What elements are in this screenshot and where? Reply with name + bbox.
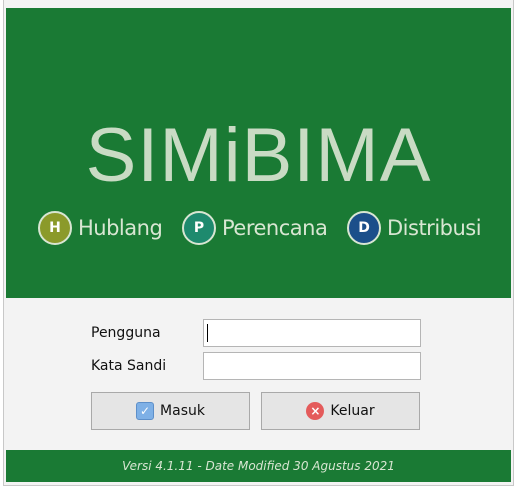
module-distribusi: D Distribusi: [347, 208, 482, 248]
perencana-badge-icon: P: [182, 211, 216, 245]
password-input[interactable]: [203, 352, 421, 380]
exit-button-label: Keluar: [330, 403, 375, 419]
module-list: H Hublang P Perencana D Distribusi: [6, 208, 511, 252]
login-button-label: Masuk: [160, 403, 205, 419]
module-hublang: H Hublang: [38, 208, 163, 248]
hublang-badge-icon: H: [38, 211, 72, 245]
distribusi-badge-icon: D: [347, 211, 381, 245]
username-input[interactable]: [203, 319, 421, 347]
text-caret: [207, 324, 208, 342]
header-banner: SIMiBIMA H Hublang P Perencana D Distrib…: [6, 8, 511, 298]
check-icon: ✓: [136, 402, 155, 420]
exit-button[interactable]: × Keluar: [261, 392, 420, 430]
login-button[interactable]: ✓ Masuk: [91, 392, 250, 430]
username-label: Pengguna: [91, 325, 161, 341]
version-footer: Versi 4.1.11 - Date Modified 30 Agustus …: [6, 450, 511, 482]
distribusi-badge-letter: D: [358, 220, 370, 236]
version-text: Versi 4.1.11 - Date Modified 30 Agustus …: [122, 459, 395, 473]
module-label-perencana: Perencana: [222, 216, 328, 240]
module-label-hublang: Hublang: [78, 216, 163, 240]
app-title: SIMiBIMA: [85, 113, 432, 198]
perencana-badge-letter: P: [193, 220, 205, 236]
module-perencana: P Perencana: [182, 208, 328, 248]
hublang-badge-letter: H: [49, 220, 61, 236]
password-label: Kata Sandi: [91, 358, 167, 374]
close-icon: ×: [306, 402, 325, 420]
module-label-distribusi: Distribusi: [387, 216, 482, 240]
